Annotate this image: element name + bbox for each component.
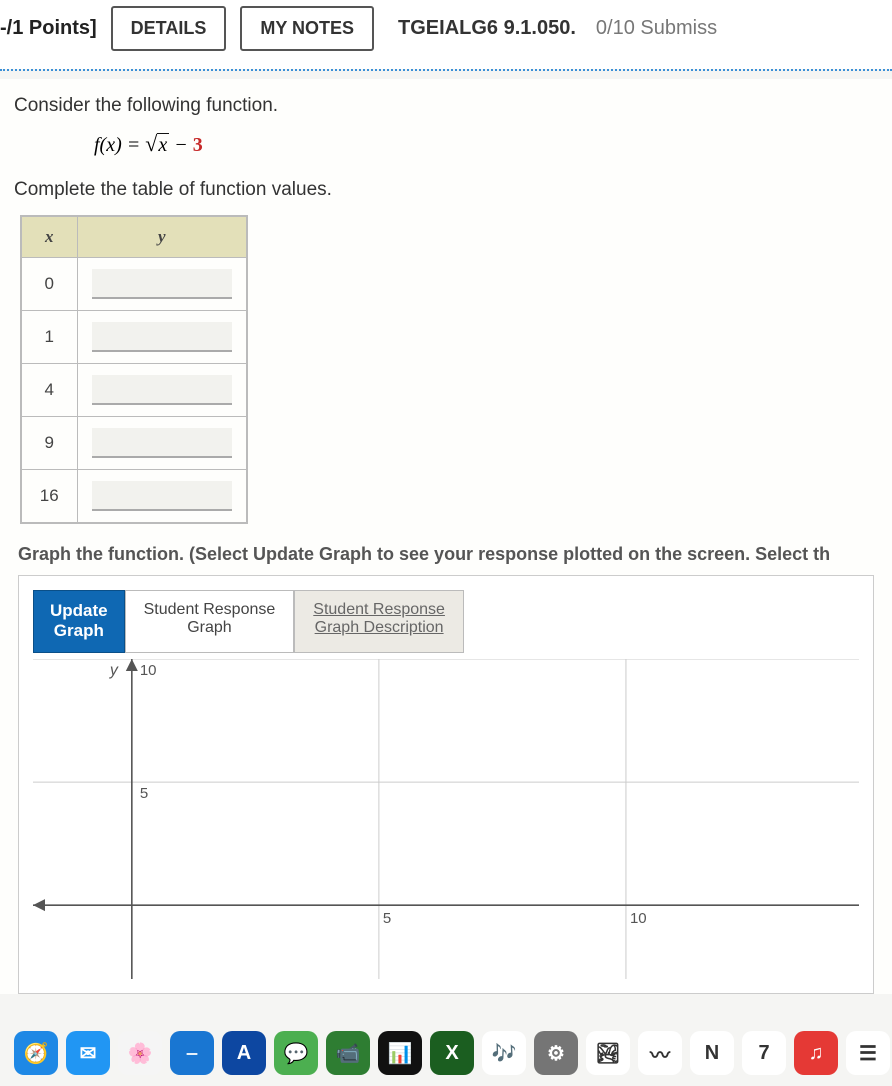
question-content: Consider the following function. f(x) = …: [0, 79, 892, 994]
fx-label: f(x) =: [94, 134, 145, 156]
dock-excel-icon[interactable]: X: [430, 1031, 474, 1075]
graph-canvas[interactable]: 51015510y: [33, 659, 859, 979]
x-value: 9: [21, 417, 77, 470]
dock-stocks-icon[interactable]: 📊: [378, 1031, 422, 1075]
table-instruction: Complete the table of function values.: [14, 179, 878, 201]
minus-sign: −: [169, 134, 193, 156]
chart-svg: 51015510y: [33, 659, 859, 979]
table-row: 0: [21, 258, 247, 311]
svg-text:10: 10: [630, 910, 647, 927]
question-reference: TGEIALG6 9.1.050.: [398, 17, 576, 40]
dock-messages-icon[interactable]: 💬: [274, 1031, 318, 1075]
tab2-line1: Student Response: [313, 601, 445, 618]
tab-student-response-graph[interactable]: Student Response Graph: [125, 590, 295, 653]
tab2-line2: Graph Description: [315, 619, 444, 636]
sqrt-argument: x: [157, 133, 169, 156]
x-value: 0: [21, 258, 77, 311]
dock-reminders-icon[interactable]: ☰: [846, 1031, 890, 1075]
x-value: 4: [21, 364, 77, 417]
graph-instruction: Graph the function. (Select Update Graph…: [18, 544, 878, 565]
submissions-count: 0/10 Submiss: [596, 17, 717, 40]
graph-panel: Update Graph Student Response Graph Stud…: [18, 575, 874, 994]
tab1-line1: Student Response: [144, 601, 276, 618]
function-values-table: x y 0 1 4 9 16: [20, 215, 248, 524]
divider: [0, 69, 892, 71]
dock-facetime-icon[interactable]: 📹: [326, 1031, 370, 1075]
table-row: 4: [21, 364, 247, 417]
svg-text:5: 5: [140, 785, 148, 802]
my-notes-button[interactable]: MY NOTES: [240, 6, 374, 51]
graph-controls: Update Graph Student Response Graph Stud…: [33, 590, 859, 653]
update-graph-button[interactable]: Update Graph: [33, 590, 125, 653]
tab-student-response-description[interactable]: Student Response Graph Description: [294, 590, 464, 653]
x-value: 1: [21, 311, 77, 364]
question-prompt: Consider the following function.: [14, 95, 878, 117]
x-header: x: [21, 216, 77, 258]
y-input-3[interactable]: [92, 428, 232, 458]
details-button[interactable]: DETAILS: [111, 6, 227, 51]
function-formula: f(x) = √x − 3: [94, 131, 878, 157]
dock-photos-icon[interactable]: 🌸: [118, 1031, 162, 1075]
dock-mail-icon[interactable]: ✉: [66, 1031, 110, 1075]
dock-music-alt-icon[interactable]: 🎶: [482, 1031, 526, 1075]
update-line1: Update: [50, 601, 108, 620]
constant-value: 3: [193, 134, 203, 156]
y-input-4[interactable]: [92, 481, 232, 511]
dock-appstore-icon[interactable]: A: [222, 1031, 266, 1075]
svg-text:y: y: [109, 662, 119, 679]
svg-text:10: 10: [140, 662, 157, 679]
dock-settings-icon[interactable]: ⚙: [534, 1031, 578, 1075]
question-header: -/1 Points] DETAILS MY NOTES TGEIALG6 9.…: [0, 0, 892, 69]
table-row: 9: [21, 417, 247, 470]
y-header: y: [77, 216, 247, 258]
dock-keynote-icon[interactable]: ⎯: [170, 1031, 214, 1075]
x-value: 16: [21, 470, 77, 524]
dock-gallery-icon[interactable]: 🏞: [586, 1031, 630, 1075]
y-input-0[interactable]: [92, 269, 232, 299]
update-line2: Graph: [54, 621, 104, 640]
table-row: 16: [21, 470, 247, 524]
y-input-1[interactable]: [92, 322, 232, 352]
dock-music-icon[interactable]: ♫: [794, 1031, 838, 1075]
svg-text:5: 5: [383, 910, 391, 927]
sqrt-icon: √: [145, 131, 157, 156]
y-input-2[interactable]: [92, 375, 232, 405]
dock-safari-icon[interactable]: 🧭: [14, 1031, 58, 1075]
points-label: -/1 Points]: [0, 17, 97, 40]
table-row: 1: [21, 311, 247, 364]
tab1-line2: Graph: [187, 619, 231, 636]
macos-dock: 🧭✉🌸⎯A💬📹📊X🎶⚙🏞〰N7♫☰ ✎: [8, 1026, 884, 1080]
dock-calendar-icon[interactable]: 7: [742, 1031, 786, 1075]
dock-news-icon[interactable]: N: [690, 1031, 734, 1075]
dock-freeform-icon[interactable]: 〰: [638, 1031, 682, 1075]
